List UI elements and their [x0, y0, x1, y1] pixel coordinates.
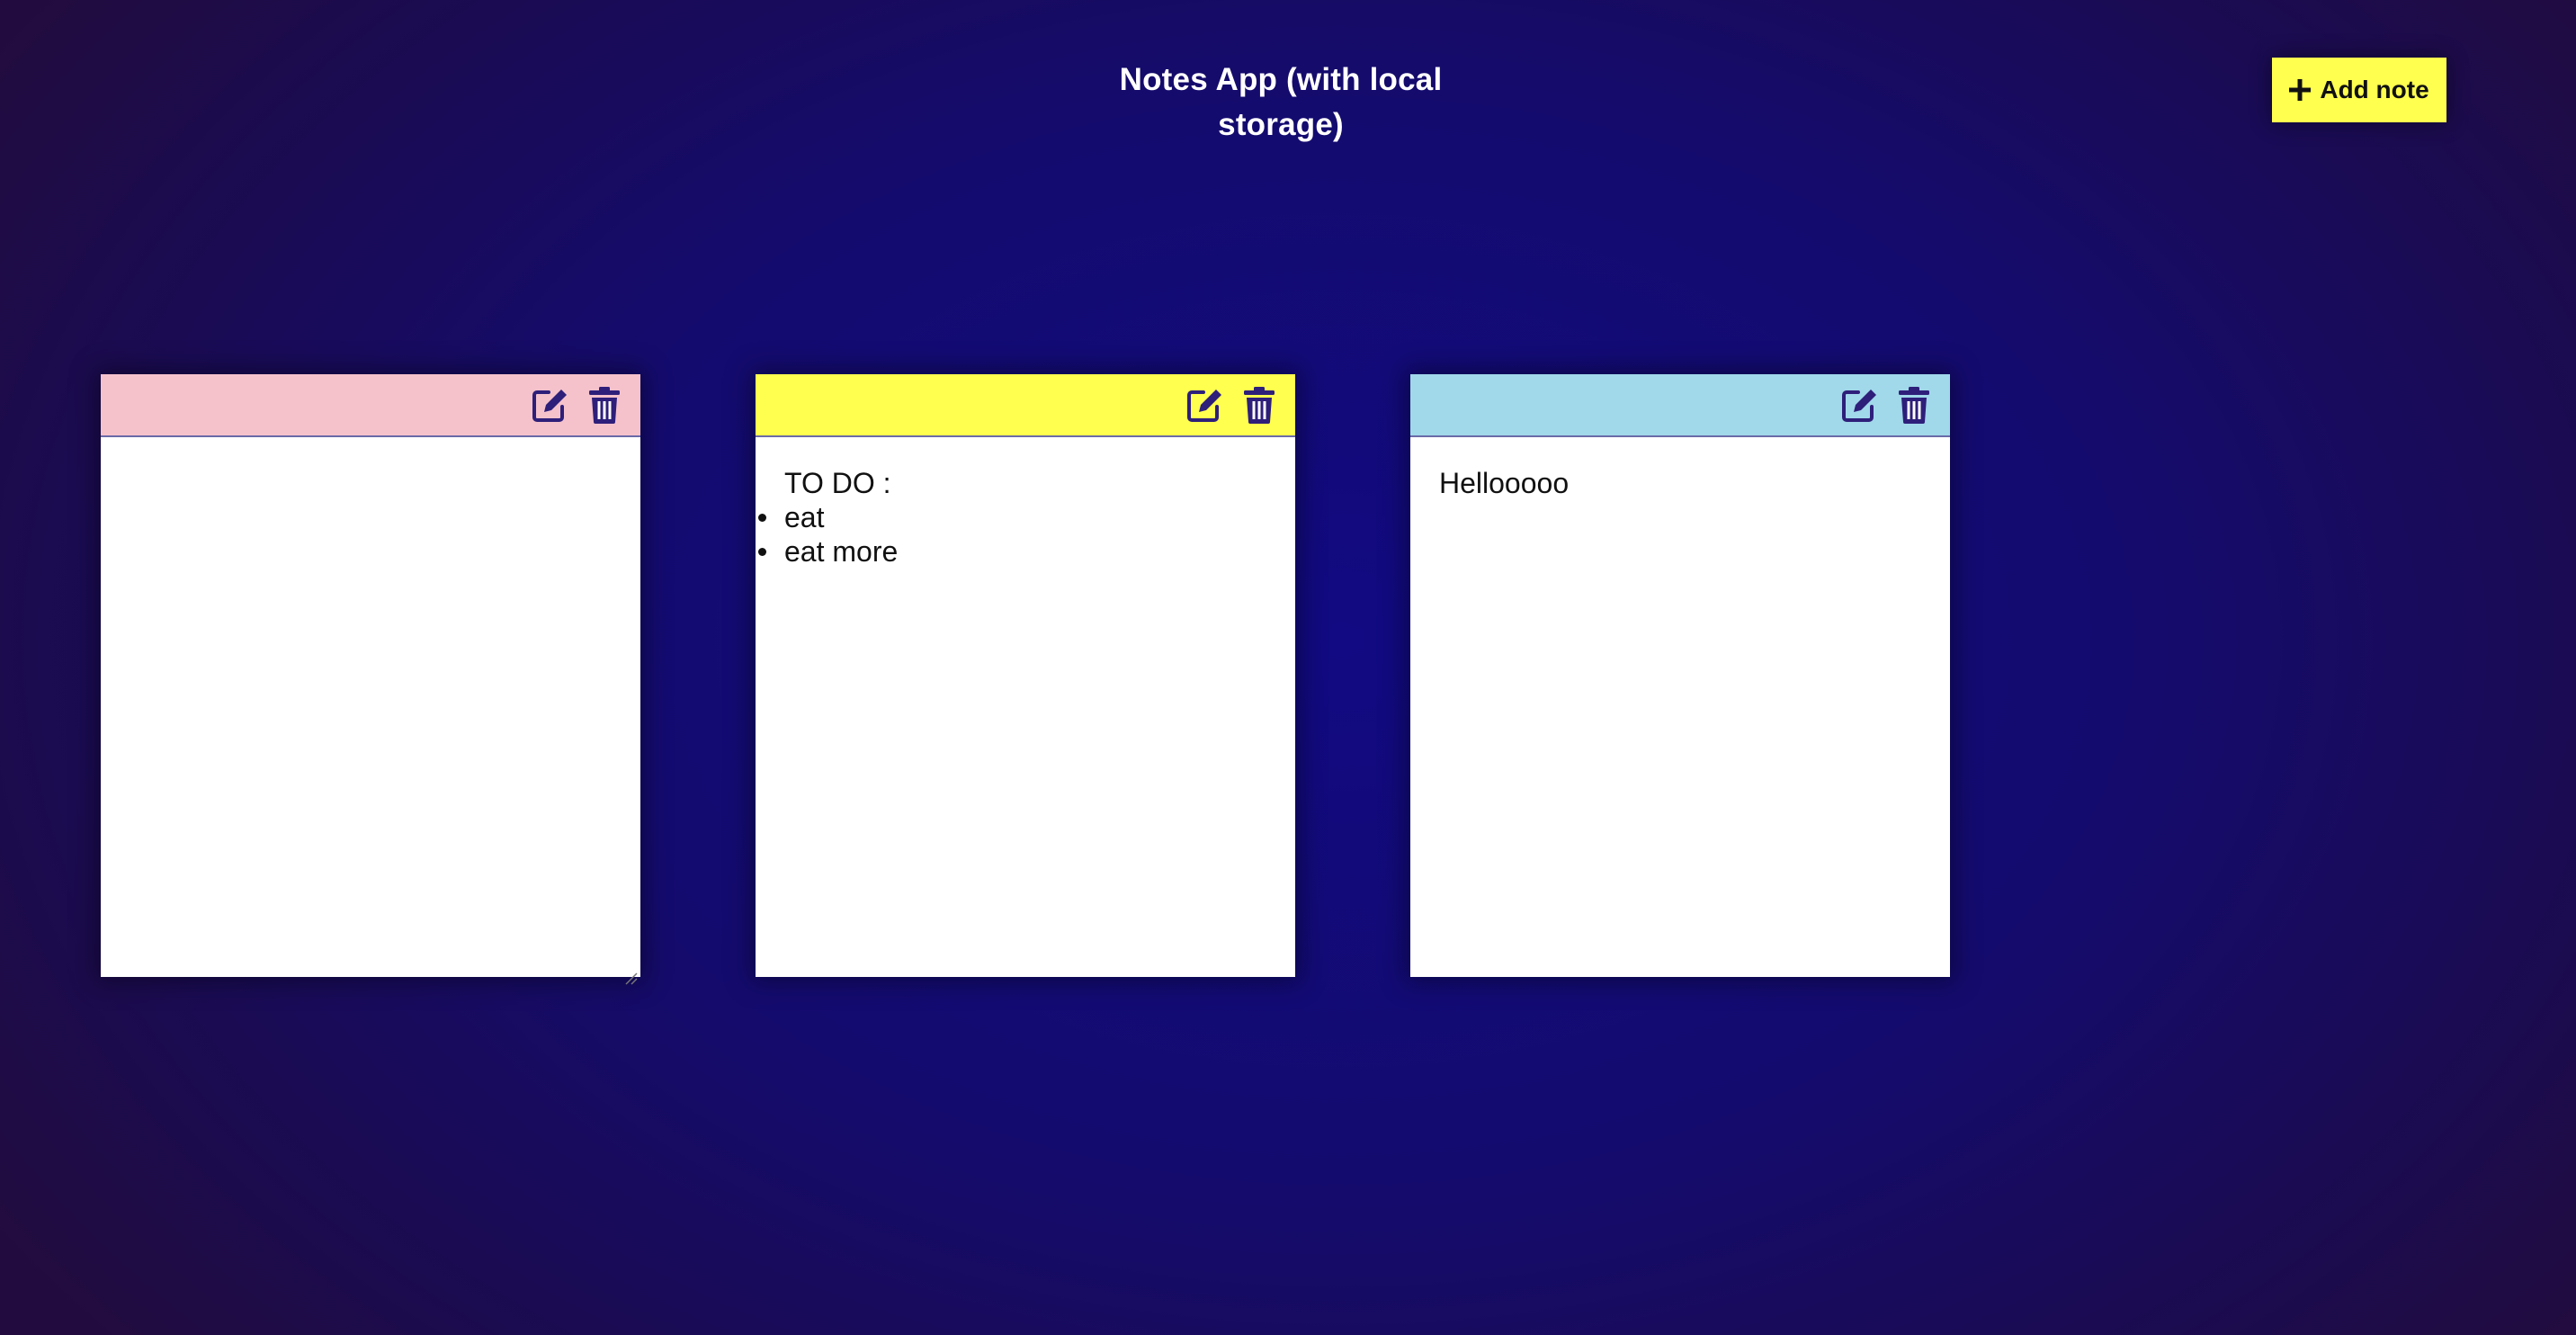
- list-item: eat more: [758, 534, 1266, 569]
- resize-handle[interactable]: [623, 958, 638, 985]
- note-text: Hellooooo: [1439, 467, 1570, 499]
- note-card: Hellooooo: [1410, 374, 1950, 977]
- edit-icon[interactable]: [1840, 385, 1880, 425]
- note-header: [101, 374, 640, 437]
- trash-icon[interactable]: [1239, 385, 1279, 425]
- note-card: TO DO : eat eat more: [756, 374, 1295, 977]
- note-header: [1410, 374, 1950, 437]
- note-card: [101, 374, 640, 985]
- note-list: eat eat more: [758, 500, 1266, 569]
- note-body: Hellooooo: [1410, 437, 1950, 975]
- plus-icon: [2289, 79, 2312, 101]
- list-item: eat: [758, 500, 1266, 534]
- edit-icon[interactable]: [531, 385, 570, 425]
- trash-icon[interactable]: [1894, 385, 1934, 425]
- note-heading: TO DO :: [784, 467, 891, 499]
- add-note-label: Add note: [2320, 76, 2429, 103]
- note-body: [101, 437, 640, 985]
- page-title: Notes App (with local storage): [1119, 62, 1443, 142]
- note-body: TO DO : eat eat more: [756, 437, 1295, 975]
- note-textarea[interactable]: [130, 466, 612, 946]
- edit-icon[interactable]: [1185, 385, 1225, 425]
- trash-icon[interactable]: [585, 385, 624, 425]
- add-note-button[interactable]: Add note: [2272, 58, 2446, 122]
- note-header: [756, 374, 1295, 437]
